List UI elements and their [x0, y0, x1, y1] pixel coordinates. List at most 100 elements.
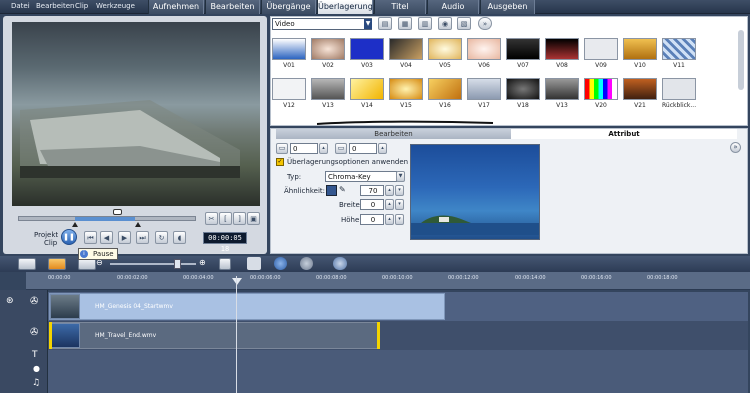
scrubber-selection[interactable]	[75, 217, 135, 221]
insert-media-icon[interactable]	[247, 257, 261, 270]
zoom-slider-handle[interactable]	[174, 259, 181, 269]
mark-out-icon[interactable]: ]	[233, 212, 246, 225]
thumb-v10[interactable]	[623, 38, 657, 60]
height-slider-button[interactable]: ▾	[395, 214, 404, 225]
mode-projekt[interactable]: Projekt	[34, 231, 58, 239]
menu-clip[interactable]: Clip	[75, 2, 88, 10]
thumb-v08[interactable]	[545, 38, 579, 60]
similarity-stepper[interactable]: ▴	[385, 185, 394, 196]
zoom-slider[interactable]	[110, 263, 196, 265]
tab-aufnehmen[interactable]: Aufnehmen	[148, 0, 204, 14]
eyedropper-icon[interactable]: ✎	[339, 185, 346, 194]
similarity-slider-button[interactable]: ▾	[395, 185, 404, 196]
zoom-in-icon[interactable]: ⊕	[199, 258, 206, 267]
width-slider-button[interactable]: ▾	[395, 199, 404, 210]
duration-stepper[interactable]: ▴	[319, 143, 328, 154]
thumb-v05[interactable]	[428, 38, 462, 60]
similarity-field[interactable]: 70	[360, 185, 384, 196]
clip-thumbnail	[50, 323, 80, 348]
thumb-rueckblick[interactable]	[662, 78, 696, 100]
thumb-v21[interactable]	[623, 78, 657, 100]
tab-uebergaenge[interactable]: Übergänge	[261, 0, 316, 14]
trim-start-marker[interactable]	[72, 222, 78, 227]
thumb-v17[interactable]	[467, 78, 501, 100]
options-icon[interactable]: ◉	[438, 17, 452, 30]
collapse-icon[interactable]: »	[730, 142, 741, 153]
height-stepper[interactable]: ▴	[385, 214, 394, 225]
other-tracks[interactable]	[48, 350, 748, 393]
ruler-tick: 00:00:04:00	[183, 275, 214, 281]
chevron-down-icon[interactable]: ▼	[364, 19, 372, 29]
overlay-options-checkbox[interactable]: ✓	[276, 158, 284, 166]
thumb-v18[interactable]	[506, 78, 540, 100]
undo-icon[interactable]	[274, 257, 287, 270]
thumb-v15[interactable]	[389, 78, 423, 100]
thumb-v07[interactable]	[506, 38, 540, 60]
pause-button[interactable]: ❚❚	[61, 229, 77, 245]
menu-datei[interactable]: Datei	[11, 2, 30, 10]
thumb-label: V05	[439, 62, 451, 69]
clip-trim-handle-left[interactable]	[49, 322, 52, 349]
cut-icon[interactable]: ✂	[205, 212, 218, 225]
step-back-icon[interactable]: ◀	[100, 231, 113, 244]
library-manager-icon[interactable]: ▥	[418, 17, 432, 30]
fit-project-icon[interactable]	[219, 258, 231, 270]
volume-icon[interactable]: ◖	[173, 231, 186, 244]
thumb-v09[interactable]	[584, 38, 618, 60]
thumb-v20[interactable]	[584, 78, 618, 100]
menu-bearbeiten[interactable]: Bearbeiten	[36, 2, 74, 10]
redo-icon[interactable]	[300, 257, 313, 270]
clip-trim-handle-right[interactable]	[377, 322, 380, 349]
enlarge-icon[interactable]: ▣	[247, 212, 260, 225]
step-forward-icon[interactable]: ▶	[118, 231, 131, 244]
library-scrollbar[interactable]	[738, 30, 744, 90]
typ-select[interactable]: Chroma-Key	[325, 171, 397, 182]
thumb-v13b[interactable]	[545, 78, 579, 100]
width-stepper[interactable]: ▴	[385, 199, 394, 210]
thumb-v03[interactable]	[350, 38, 384, 60]
smart-render-icon[interactable]	[333, 257, 347, 270]
tab-bearbeiten-options[interactable]: Bearbeiten	[276, 129, 511, 139]
position-field[interactable]: 0	[349, 143, 377, 154]
tab-titel[interactable]: Titel	[374, 0, 426, 14]
thumb-v06[interactable]	[467, 38, 501, 60]
ruler-tick: 00:00:16:00	[581, 275, 612, 281]
thumb-v16[interactable]	[428, 78, 462, 100]
duration-field[interactable]: 0	[290, 143, 318, 154]
folder-icon[interactable]: ▤	[378, 17, 392, 30]
library-category-select[interactable]: Video	[272, 18, 372, 30]
tab-audio[interactable]: Audio	[427, 0, 479, 14]
go-end-icon[interactable]: ⏭	[136, 231, 149, 244]
tab-ausgeben[interactable]: Ausgeben	[480, 0, 535, 14]
mode-clip[interactable]: Clip	[44, 239, 57, 247]
tab-attribut[interactable]: Attribut	[511, 129, 737, 139]
mark-in-icon[interactable]: [	[219, 212, 232, 225]
width-field[interactable]: 0	[360, 199, 384, 210]
thumb-v02[interactable]	[311, 38, 345, 60]
playhead-marker[interactable]	[232, 278, 242, 285]
go-start-icon[interactable]: ⏮	[84, 231, 97, 244]
sort-icon[interactable]: ▧	[457, 17, 471, 30]
timeline-view-button[interactable]	[48, 258, 66, 270]
position-stepper[interactable]: ▴	[378, 143, 387, 154]
thumb-v12[interactable]	[272, 78, 306, 100]
tab-bearbeiten[interactable]: Bearbeiten	[205, 0, 260, 14]
thumb-v14[interactable]	[350, 78, 384, 100]
height-field[interactable]: 0	[360, 214, 384, 225]
key-color-swatch[interactable]	[326, 185, 337, 196]
trim-end-marker[interactable]	[135, 222, 141, 227]
menu-werkzeuge[interactable]: Werkzeuge	[96, 2, 135, 10]
import-icon[interactable]: ▦	[398, 17, 412, 30]
thumb-v13[interactable]	[311, 78, 345, 100]
thumb-v01[interactable]	[272, 38, 306, 60]
thumb-v04[interactable]	[389, 38, 423, 60]
thumb-v11[interactable]	[662, 38, 696, 60]
chevron-down-icon[interactable]: ▼	[396, 171, 405, 182]
timecode-display[interactable]: 00:00:05 18	[203, 232, 247, 253]
height-label: Höhe:	[341, 216, 362, 224]
tab-ueberlagerung[interactable]: Überlagerung	[317, 0, 373, 14]
repeat-icon[interactable]: ↻	[155, 231, 168, 244]
storyboard-view-button[interactable]	[18, 258, 36, 270]
scrubber-handle[interactable]	[113, 209, 122, 215]
expand-icon[interactable]: »	[478, 17, 492, 30]
